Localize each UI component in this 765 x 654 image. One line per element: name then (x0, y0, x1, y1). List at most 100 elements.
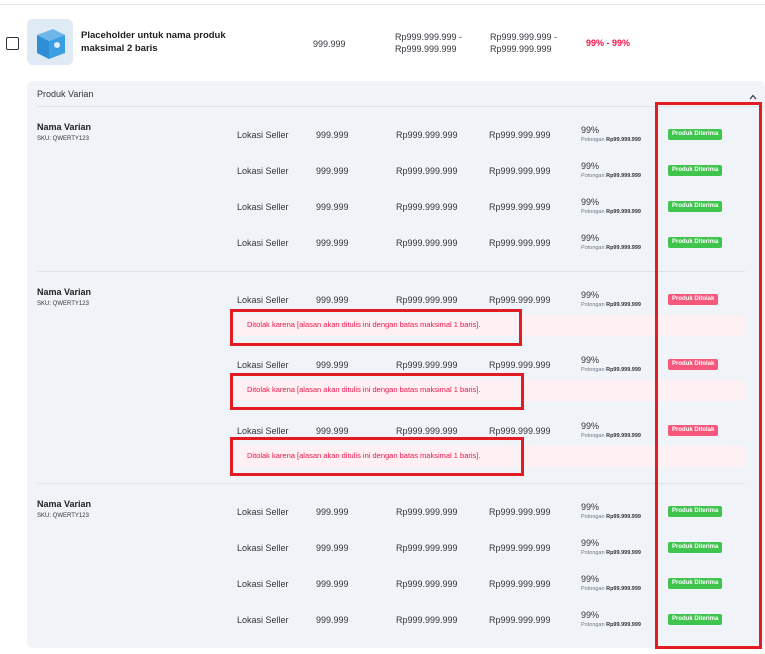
variant-price: Rp999.999.999 (396, 202, 458, 212)
seller-location: Lokasi Seller (237, 238, 289, 248)
discount-cut: Potongan Rp99.999.999 (581, 245, 641, 251)
variant-discount: 99% (581, 610, 600, 620)
discount-cut: Potongan Rp99.999.999 (581, 433, 641, 439)
discount-cut-label: Potongan (581, 245, 605, 251)
variant-final-price: Rp999.999.999 (489, 507, 551, 517)
discount-cut: Potongan Rp99.999.999 (581, 137, 641, 143)
top-divider (0, 4, 765, 5)
variant-price: Rp999.999.999 (396, 360, 458, 370)
seller-location: Lokasi Seller (237, 579, 289, 589)
product-stock: 999.999 (313, 39, 346, 49)
discount-cut-value: Rp99.999.999 (606, 137, 641, 143)
variant-final-price: Rp999.999.999 (489, 295, 551, 305)
highlight-box-status-column (655, 102, 762, 649)
product-final-price-range: Rp999.999.999 - Rp999.999.999 (490, 32, 558, 54)
product-name: Placeholder untuk nama produk maksimal 2… (81, 30, 226, 54)
variant-discount: 99% (581, 197, 600, 207)
variant-stock: 999.999 (316, 166, 349, 176)
variant-panel-title: Produk Varian (37, 89, 94, 99)
chevron-up-icon[interactable] (749, 88, 757, 100)
variant-discount: 99% (581, 125, 600, 135)
discount-cut-value: Rp99.999.999 (606, 550, 641, 556)
discount-cut: Potongan Rp99.999.999 (581, 514, 641, 520)
variant-final-price: Rp999.999.999 (489, 426, 551, 436)
discount-cut: Potongan Rp99.999.999 (581, 209, 641, 215)
variant-stock: 999.999 (316, 238, 349, 248)
seller-location: Lokasi Seller (237, 202, 289, 212)
discount-cut-value: Rp99.999.999 (606, 586, 641, 592)
discount-cut: Potongan Rp99.999.999 (581, 586, 641, 592)
variant-price: Rp999.999.999 (396, 579, 458, 589)
variant-stock: 999.999 (316, 360, 349, 370)
discount-cut-value: Rp99.999.999 (606, 622, 641, 628)
variant-discount: 99% (581, 161, 600, 171)
variant-price: Rp999.999.999 (396, 130, 458, 140)
discount-cut-label: Potongan (581, 622, 605, 628)
variant-final-price: Rp999.999.999 (489, 166, 551, 176)
product-checkbox[interactable] (6, 37, 19, 50)
highlight-box-reason-2 (230, 373, 524, 410)
discount-cut: Potongan Rp99.999.999 (581, 173, 641, 179)
variant-discount: 99% (581, 290, 600, 300)
variant-stock: 999.999 (316, 426, 349, 436)
variant-sku: SKU: QWERTY123 (37, 136, 89, 142)
variant-name: Nama Varian (37, 499, 92, 509)
product-discount-range: 99% - 99% (586, 38, 631, 48)
discount-cut: Potongan Rp99.999.999 (581, 550, 641, 556)
discount-cut-label: Potongan (581, 173, 605, 179)
discount-cut-label: Potongan (581, 514, 605, 520)
discount-cut-value: Rp99.999.999 (606, 245, 641, 251)
variant-name: Nama Varian (37, 122, 92, 132)
variant-final-price: Rp999.999.999 (489, 615, 551, 625)
discount-cut-label: Potongan (581, 367, 605, 373)
variant-final-price: Rp999.999.999 (489, 579, 551, 589)
seller-location: Lokasi Seller (237, 615, 289, 625)
variant-final-price: Rp999.999.999 (489, 130, 551, 140)
variant-stock: 999.999 (316, 295, 349, 305)
seller-location: Lokasi Seller (237, 426, 289, 436)
seller-location: Lokasi Seller (237, 543, 289, 553)
discount-cut-label: Potongan (581, 209, 605, 215)
product-price-range: Rp999.999.999 - Rp999.999.999 (395, 32, 463, 54)
discount-cut-value: Rp99.999.999 (606, 209, 641, 215)
variant-final-price: Rp999.999.999 (489, 238, 551, 248)
variant-final-price: Rp999.999.999 (489, 202, 551, 212)
variant-stock: 999.999 (316, 130, 349, 140)
variant-discount: 99% (581, 502, 600, 512)
discount-cut: Potongan Rp99.999.999 (581, 367, 641, 373)
seller-location: Lokasi Seller (237, 360, 289, 370)
product-image (27, 19, 73, 65)
variant-name: Nama Varian (37, 287, 92, 297)
highlight-box-reason-3 (230, 437, 524, 476)
variant-price: Rp999.999.999 (396, 166, 458, 176)
variant-discount: 99% (581, 574, 600, 584)
product-row: Placeholder untuk nama produk maksimal 2… (0, 10, 765, 78)
seller-location: Lokasi Seller (237, 507, 289, 517)
discount-cut-value: Rp99.999.999 (606, 302, 641, 308)
variant-price: Rp999.999.999 (396, 543, 458, 553)
variant-sku: SKU: QWERTY123 (37, 513, 89, 519)
discount-cut-label: Potongan (581, 433, 605, 439)
variant-sku: SKU: QWERTY123 (37, 301, 89, 307)
variant-stock: 999.999 (316, 507, 349, 517)
variant-discount: 99% (581, 355, 600, 365)
variant-discount: 99% (581, 538, 600, 548)
variant-final-price: Rp999.999.999 (489, 360, 551, 370)
discount-cut-label: Potongan (581, 302, 605, 308)
variant-price: Rp999.999.999 (396, 507, 458, 517)
discount-cut-label: Potongan (581, 586, 605, 592)
discount-cut-value: Rp99.999.999 (606, 173, 641, 179)
variant-price: Rp999.999.999 (396, 426, 458, 436)
variant-stock: 999.999 (316, 615, 349, 625)
variant-discount: 99% (581, 421, 600, 431)
discount-cut-label: Potongan (581, 137, 605, 143)
variant-price: Rp999.999.999 (396, 238, 458, 248)
group-divider (37, 271, 745, 272)
seller-location: Lokasi Seller (237, 295, 289, 305)
discount-cut-value: Rp99.999.999 (606, 514, 641, 520)
seller-location: Lokasi Seller (237, 130, 289, 140)
variant-price: Rp999.999.999 (396, 295, 458, 305)
variant-stock: 999.999 (316, 579, 349, 589)
highlight-box-reason-1 (230, 309, 522, 346)
discount-cut-value: Rp99.999.999 (606, 433, 641, 439)
